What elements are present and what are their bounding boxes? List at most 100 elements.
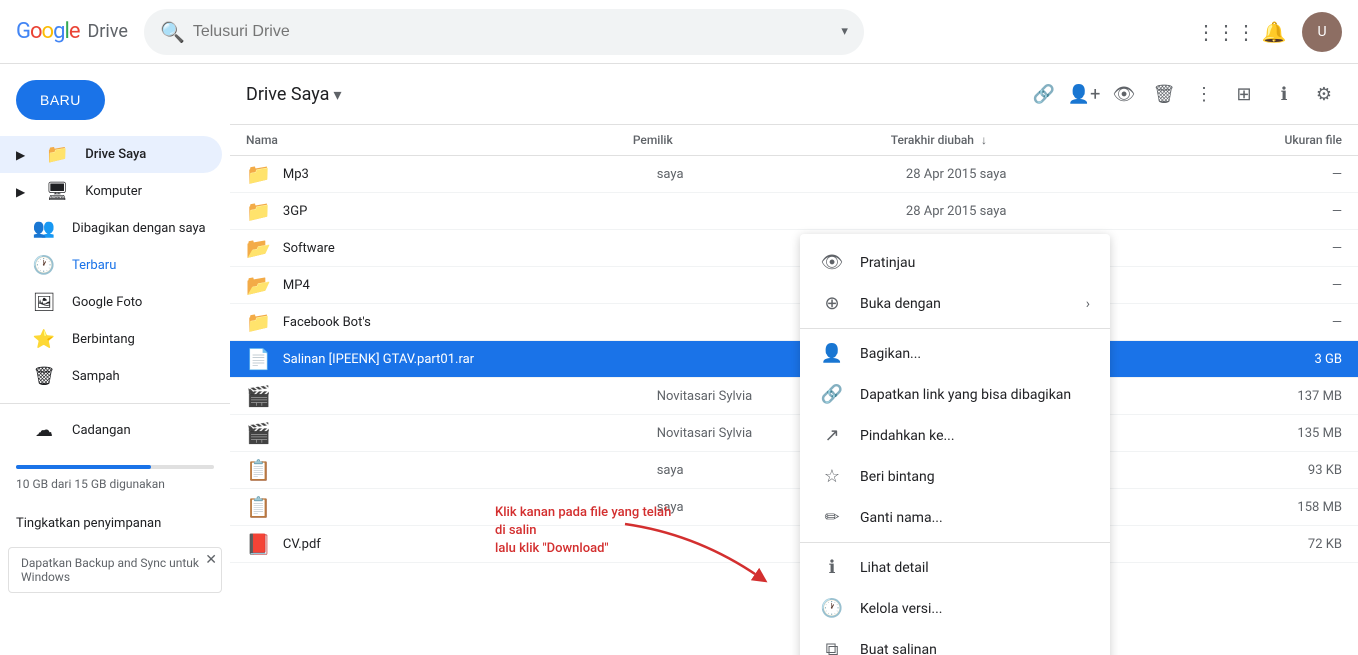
avatar[interactable]: U	[1302, 12, 1342, 52]
sidebar-label-terbaru: Terbaru	[72, 258, 116, 273]
sidebar-label-dibagikan: Dibagikan dengan saya	[72, 221, 206, 236]
link-icon: 🔗	[820, 384, 844, 405]
menu-item-preview[interactable]: 👁 Pratinjau	[800, 242, 1110, 283]
folder-icon: 📂	[246, 236, 271, 260]
menu-label-share: Bagikan...	[860, 346, 921, 362]
layout: BARU ▶ 📁 Drive Saya ▶ 🖥 Komputer 👥 Dibag…	[0, 64, 1358, 655]
grid-view-icon[interactable]: ⊞	[1226, 76, 1262, 112]
menu-label-version: Kelola versi...	[860, 601, 942, 617]
file-size: 158 MB	[1155, 500, 1342, 515]
menu-label-detail: Lihat detail	[860, 560, 929, 576]
storage-bar	[16, 465, 214, 469]
rename-icon: ✏	[820, 507, 844, 528]
info-icon[interactable]: ℹ	[1266, 76, 1302, 112]
table-row[interactable]: 📂 MP4 18 Feb 2015 saya —	[230, 267, 1358, 304]
sidebar-item-berbintang[interactable]: ⭐ Berbintang	[0, 321, 222, 358]
storage-text: 10 GB dari 15 GB digunakan	[16, 477, 165, 491]
file-name: MP4	[283, 278, 657, 293]
settings-icon[interactable]: ⚙	[1306, 76, 1342, 112]
col-modified-header: Terakhir diubah ↓	[891, 133, 1149, 147]
sidebar-item-sampah[interactable]: 🗑 Sampah	[0, 358, 222, 395]
drive-saya-title: Drive Saya	[246, 84, 329, 105]
menu-item-move[interactable]: ↗ Pindahkan ke...	[800, 415, 1110, 456]
file-size: 93 KB	[1155, 463, 1342, 478]
menu-label-preview: Pratinjau	[860, 255, 915, 271]
backup-banner: Dapatkan Backup and Sync untuk Windows ✕	[8, 547, 222, 593]
col-owner-header: Pemilik	[633, 133, 891, 147]
header: Google Drive 🔍 ▾ ⋮⋮⋮ 🔔 U	[0, 0, 1358, 64]
menu-item-open-with[interactable]: ⊕ Buka dengan ›	[800, 283, 1110, 324]
rar-file-icon: 📄	[246, 347, 271, 371]
title-dropdown-icon[interactable]: ▾	[333, 85, 341, 104]
menu-item-rename[interactable]: ✏ Ganti nama...	[800, 497, 1110, 538]
file-name: 3GP	[283, 204, 657, 219]
file-size: —	[1155, 278, 1342, 293]
table-row[interactable]: 🎬 Novitasari Sylvia 24 Des 2017 137 MB	[230, 378, 1358, 415]
apps-icon[interactable]: ⋮⋮⋮	[1206, 12, 1246, 52]
main-header: Drive Saya ▾ 🔗 👤+ 👁 🗑 ⋮ ⊞ ℹ ⚙	[230, 64, 1358, 125]
sidebar-divider	[0, 403, 230, 404]
close-icon[interactable]: ✕	[205, 552, 217, 568]
context-menu: 👁 Pratinjau ⊕ Buka dengan › 👤 Bagikan...…	[800, 234, 1110, 655]
sidebar-label-cadangan: Cadangan	[72, 423, 131, 438]
menu-item-version[interactable]: 🕐 Kelola versi...	[800, 588, 1110, 629]
table-row[interactable]: 📂 Software 10 Mar 2015 saya —	[230, 230, 1358, 267]
link-icon[interactable]: 🔗	[1026, 76, 1062, 112]
preview-icon[interactable]: 👁	[1106, 76, 1142, 112]
open-with-icon: ⊕	[820, 293, 844, 314]
file-size: 3 GB	[1155, 352, 1342, 367]
file-size: —	[1155, 315, 1342, 330]
trash-icon: 🗑	[32, 366, 56, 387]
file-name: Mp3	[283, 167, 657, 182]
backup-text: Dapatkan Backup and Sync untuk Windows	[21, 556, 199, 584]
folder-shared-icon: 📁	[246, 162, 271, 186]
sidebar-item-terbaru[interactable]: 🕐 Terbaru	[0, 247, 222, 284]
more-icon[interactable]: ⋮	[1186, 76, 1222, 112]
delete-icon[interactable]: 🗑	[1146, 76, 1182, 112]
sidebar-item-cadangan[interactable]: ☁ Cadangan	[0, 412, 222, 449]
table-row[interactable]: 🎬 Novitasari Sylvia 24 Des 2017 135 MB	[230, 415, 1358, 452]
preview-icon: 👁	[820, 252, 844, 273]
table-row[interactable]: 📁 Mp3 saya 28 Apr 2015 saya —	[230, 156, 1358, 193]
main-title: Drive Saya ▾	[246, 84, 341, 105]
move-icon: ↗	[820, 425, 844, 446]
search-bar[interactable]: 🔍 ▾	[144, 9, 864, 55]
menu-item-star[interactable]: ☆ Beri bintang	[800, 456, 1110, 497]
sidebar: BARU ▶ 📁 Drive Saya ▶ 🖥 Komputer 👥 Dibag…	[0, 64, 230, 655]
table-row[interactable]: 📁 3GP 28 Apr 2015 saya —	[230, 193, 1358, 230]
drive-wordmark: Drive	[87, 21, 127, 42]
star-icon: ⭐	[32, 329, 56, 350]
sidebar-label-google-foto: Google Foto	[72, 295, 142, 310]
folder-shared-icon: 📁	[246, 310, 271, 334]
table-row[interactable]: 📋 saya 23 Des 2017 93 KB	[230, 452, 1358, 489]
file-size: 72 KB	[1155, 537, 1342, 552]
version-icon: 🕐	[820, 598, 844, 619]
menu-item-copy[interactable]: ⧉ Buat salinan	[800, 629, 1110, 655]
menu-item-get-link[interactable]: 🔗 Dapatkan link yang bisa dibagikan	[800, 374, 1110, 415]
dropdown-arrow-icon[interactable]: ▾	[841, 24, 848, 39]
search-input[interactable]	[193, 23, 834, 41]
file-size: —	[1155, 167, 1342, 182]
upgrade-link[interactable]: Tingkatkan penyimpanan	[0, 508, 230, 539]
menu-item-detail[interactable]: ℹ Lihat detail	[800, 547, 1110, 588]
add-person-icon[interactable]: 👤+	[1066, 76, 1102, 112]
recent-icon: 🕐	[32, 255, 56, 276]
table-row[interactable]: 📄 Salinan [IPEENK] GTAV.part01.rar 02.41…	[230, 341, 1358, 378]
doc-file-icon: 📋	[246, 495, 271, 519]
file-name: Facebook Bot's	[283, 315, 657, 330]
sidebar-item-komputer[interactable]: ▶ 🖥 Komputer	[0, 173, 222, 210]
sidebar-item-dibagikan[interactable]: 👥 Dibagikan dengan saya	[0, 210, 222, 247]
file-modified: 28 Apr 2015 saya	[906, 167, 1155, 182]
menu-item-share[interactable]: 👤 Bagikan...	[800, 333, 1110, 374]
logo: Google Drive	[16, 19, 128, 44]
menu-label-get-link: Dapatkan link yang bisa dibagikan	[860, 387, 1071, 403]
sidebar-label-drive-saya: Drive Saya	[85, 147, 146, 162]
notifications-icon[interactable]: 🔔	[1254, 12, 1294, 52]
table-row[interactable]: 📁 Facebook Bot's 6 Nov 2013 Dwi Susanto …	[230, 304, 1358, 341]
share-icon: 👥	[32, 218, 56, 239]
sidebar-item-google-foto[interactable]: 🖼 Google Foto	[0, 284, 222, 321]
sidebar-label-komputer: Komputer	[85, 184, 142, 199]
chevron-icon: ▶	[16, 185, 25, 199]
new-button[interactable]: BARU	[16, 80, 105, 120]
sidebar-item-drive-saya[interactable]: ▶ 📁 Drive Saya	[0, 136, 222, 173]
